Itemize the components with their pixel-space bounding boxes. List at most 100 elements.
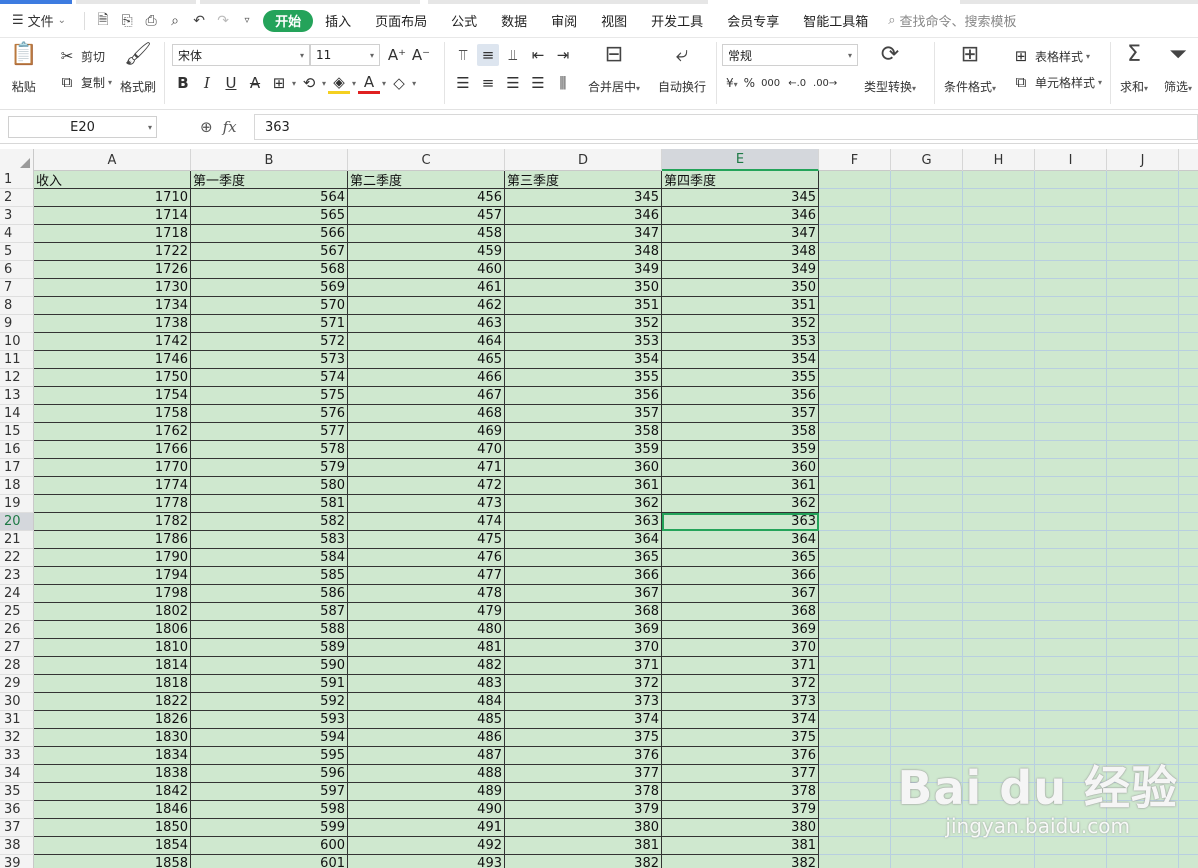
data-cell[interactable]: 1834 <box>34 747 191 765</box>
grid-cell[interactable] <box>963 189 1035 207</box>
tab-7[interactable]: 开发工具 <box>639 10 715 32</box>
data-cell[interactable]: 480 <box>348 621 505 639</box>
grid-cell[interactable] <box>891 477 963 495</box>
data-cell[interactable]: 571 <box>191 315 348 333</box>
data-cell[interactable]: 378 <box>662 783 819 801</box>
grid-cell[interactable] <box>963 297 1035 315</box>
data-cell[interactable]: 576 <box>191 405 348 423</box>
data-cell[interactable]: 345 <box>505 189 662 207</box>
grid-cell[interactable] <box>1179 495 1198 513</box>
grid-cell[interactable] <box>819 801 891 819</box>
data-cell[interactable]: 465 <box>348 351 505 369</box>
grid-cell[interactable] <box>1107 459 1179 477</box>
grid-cell[interactable] <box>963 315 1035 333</box>
data-cell[interactable]: 1846 <box>34 801 191 819</box>
grid-cell[interactable] <box>1179 801 1198 819</box>
row-header[interactable]: 15 <box>0 423 34 441</box>
grid-cell[interactable] <box>819 783 891 801</box>
grid-cell[interactable] <box>1035 549 1107 567</box>
grid-cell[interactable] <box>1179 765 1198 783</box>
data-cell[interactable]: 370 <box>505 639 662 657</box>
data-cell[interactable]: 359 <box>662 441 819 459</box>
grid-cell[interactable] <box>819 531 891 549</box>
grid-cell[interactable] <box>1179 387 1198 405</box>
grid-cell[interactable] <box>1035 567 1107 585</box>
grid-cell[interactable] <box>891 315 963 333</box>
header-cell[interactable]: 第四季度 <box>662 171 819 189</box>
data-cell[interactable]: 1790 <box>34 549 191 567</box>
data-cell[interactable]: 567 <box>191 243 348 261</box>
data-cell[interactable]: 485 <box>348 711 505 729</box>
data-cell[interactable]: 1858 <box>34 855 191 868</box>
data-cell[interactable]: 600 <box>191 837 348 855</box>
grid-cell[interactable] <box>819 207 891 225</box>
row-header[interactable]: 25 <box>0 603 34 621</box>
grid-cell[interactable] <box>1179 441 1198 459</box>
grid-cell[interactable] <box>819 423 891 441</box>
grid-cell[interactable] <box>1179 513 1198 531</box>
grid-cell[interactable] <box>1107 405 1179 423</box>
grid-cell[interactable] <box>819 189 891 207</box>
grid-cell[interactable] <box>1107 585 1179 603</box>
data-cell[interactable]: 595 <box>191 747 348 765</box>
merge-center-button[interactable]: ⊟ 合并居中▾ <box>588 42 640 95</box>
data-cell[interactable]: 369 <box>505 621 662 639</box>
data-cell[interactable]: 1826 <box>34 711 191 729</box>
grid-cell[interactable] <box>1107 441 1179 459</box>
data-cell[interactable]: 350 <box>505 279 662 297</box>
grid-cell[interactable] <box>1179 333 1198 351</box>
grid-cell[interactable] <box>891 675 963 693</box>
data-cell[interactable]: 456 <box>348 189 505 207</box>
grid-cell[interactable] <box>819 171 891 189</box>
grid-cell[interactable] <box>891 243 963 261</box>
tab-8[interactable]: 会员专享 <box>715 10 791 32</box>
grid-cell[interactable] <box>891 423 963 441</box>
data-cell[interactable]: 587 <box>191 603 348 621</box>
data-cell[interactable]: 596 <box>191 765 348 783</box>
fill-color-icon[interactable]: ◈ <box>328 72 351 94</box>
data-cell[interactable]: 1726 <box>34 261 191 279</box>
grid-cell[interactable] <box>891 279 963 297</box>
data-cell[interactable]: 580 <box>191 477 348 495</box>
grid-cell[interactable] <box>1107 837 1179 855</box>
data-cell[interactable]: 1758 <box>34 405 191 423</box>
data-cell[interactable]: 461 <box>348 279 505 297</box>
grid-cell[interactable] <box>891 405 963 423</box>
grid-cell[interactable] <box>963 603 1035 621</box>
data-cell[interactable]: 1798 <box>34 585 191 603</box>
data-cell[interactable]: 1766 <box>34 441 191 459</box>
grid-cell[interactable] <box>819 855 891 868</box>
data-cell[interactable]: 374 <box>662 711 819 729</box>
row-header[interactable]: 17 <box>0 459 34 477</box>
filter-button[interactable]: ⏷ 筛选▾ <box>1164 42 1192 95</box>
grid-cell[interactable] <box>819 729 891 747</box>
row-header[interactable]: 32 <box>0 729 34 747</box>
grid-cell[interactable] <box>963 387 1035 405</box>
grid-cell[interactable] <box>1107 711 1179 729</box>
grid-cell[interactable] <box>1179 297 1198 315</box>
row-header[interactable]: 4 <box>0 225 34 243</box>
data-cell[interactable]: 379 <box>662 801 819 819</box>
row-header[interactable]: 18 <box>0 477 34 495</box>
data-cell[interactable]: 352 <box>662 315 819 333</box>
grid-cell[interactable] <box>891 513 963 531</box>
data-cell[interactable]: 1714 <box>34 207 191 225</box>
grid-cell[interactable] <box>963 585 1035 603</box>
header-cell[interactable]: 收入 <box>34 171 191 189</box>
formula-input[interactable]: 363 <box>254 114 1198 140</box>
data-cell[interactable]: 584 <box>191 549 348 567</box>
grid-cell[interactable] <box>819 495 891 513</box>
grid-cell[interactable] <box>963 837 1035 855</box>
grid-cell[interactable] <box>1035 711 1107 729</box>
data-cell[interactable]: 353 <box>505 333 662 351</box>
grid-cell[interactable] <box>1107 333 1179 351</box>
font-name-select[interactable]: 宋体 ▾ <box>172 44 310 66</box>
data-cell[interactable]: 370 <box>662 639 819 657</box>
data-cell[interactable]: 593 <box>191 711 348 729</box>
data-cell[interactable]: 373 <box>505 693 662 711</box>
data-cell[interactable]: 347 <box>662 225 819 243</box>
tab-9[interactable]: 智能工具箱 <box>791 10 880 32</box>
chevron-down-icon[interactable]: ▾ <box>382 79 386 88</box>
grid-cell[interactable] <box>1107 549 1179 567</box>
cell-style-button[interactable]: ⧉ 单元格样式 ▾ <box>1010 71 1102 93</box>
